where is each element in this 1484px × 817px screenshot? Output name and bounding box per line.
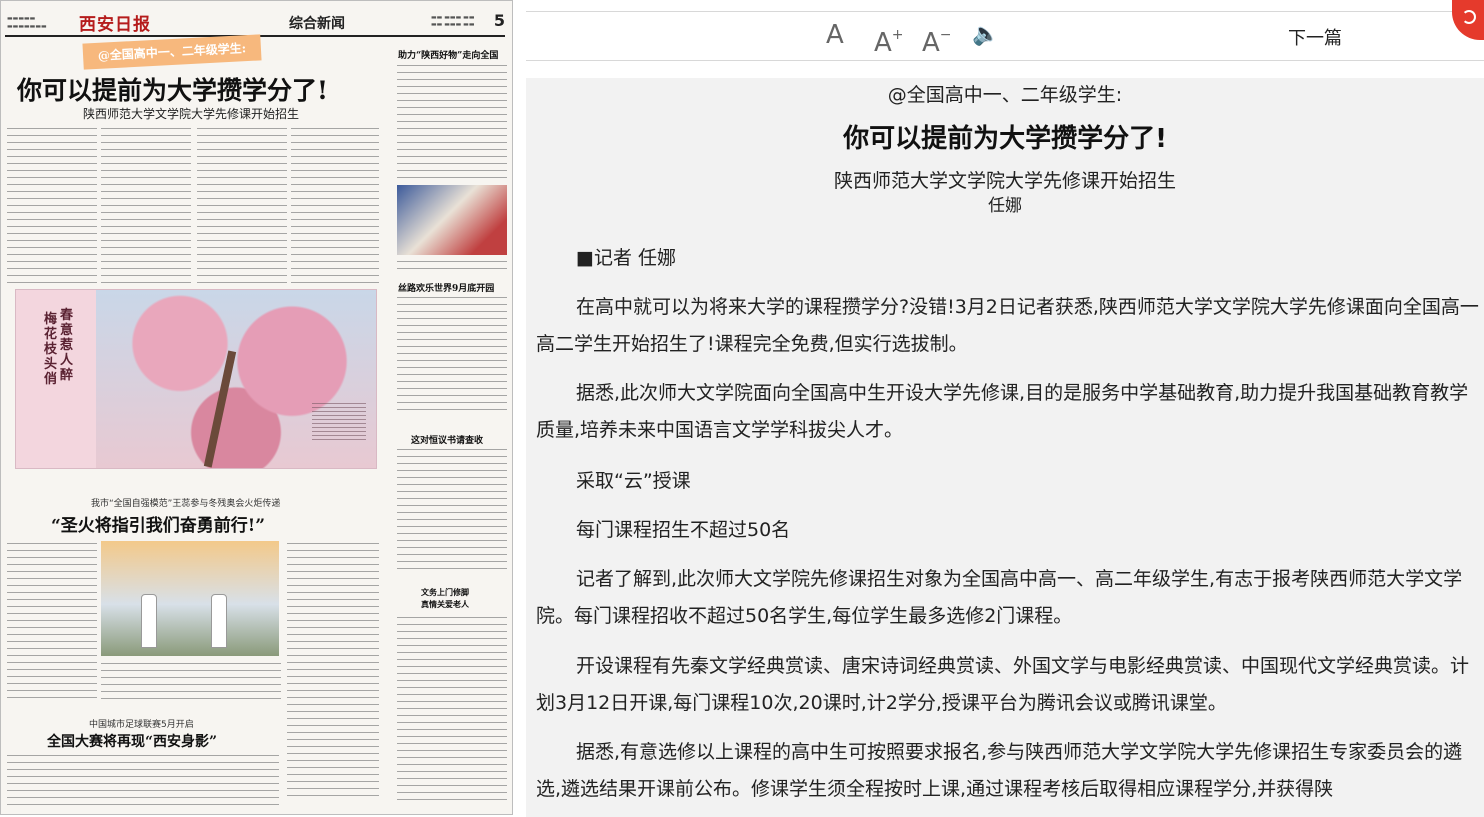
text-column: [7, 126, 97, 286]
article-reader: A A+ A− 🔈 下一篇 @全国高中一、二年级学生: 你可以提前为大学攒学分了…: [526, 0, 1484, 817]
font-default-button[interactable]: A: [826, 18, 844, 52]
text-column: [7, 541, 97, 701]
newspaper-logo: 西安日报: [79, 15, 151, 35]
newspaper-page-image[interactable]: ▬▬▬▬▬ ▬▬▬▬▬▬▬ 西安日报 综合新闻 ▬▬ ▬▬▬ ▬▬ ▬▬ ▬▬▬ ▬…: [0, 0, 513, 815]
torch-headline: “圣火将指引我们奋勇前行!”: [51, 516, 266, 536]
headline-ribbon: @全国高中一、二年级学生:: [82, 34, 262, 70]
article-paragraph: 据悉,有意选修以上课程的高中生可按照要求报名,参与陕西师范大学文学院大学先修课招…: [536, 741, 1463, 800]
torch-bearer: [211, 594, 227, 648]
football-kicker: 中国城市足球联赛5月开启: [89, 720, 194, 730]
text-column: [397, 63, 507, 181]
text-column: [397, 447, 507, 575]
article-title: 你可以提前为大学攒学分了!: [843, 124, 1167, 154]
text-column: [397, 295, 507, 413]
torch-bearer: [141, 594, 157, 648]
reader-toolbar: A A+ A− 🔈 下一篇: [526, 11, 1484, 61]
editor-credits: ▬▬ ▬▬▬ ▬▬ ▬▬ ▬▬▬ ▬▬: [431, 14, 475, 28]
text-column: [101, 126, 191, 286]
text-column: [101, 661, 281, 701]
small-headline: 真情关爱老人: [421, 599, 469, 609]
section-title: 综合新闻: [289, 16, 345, 32]
paper-subheadline: 陕西师范大学文学院大学先修课开始招生: [83, 107, 300, 121]
article-subtitle: 陕西师范大学文学院大学先修课开始招生: [833, 170, 1176, 192]
article-paragraph: 据悉,此次师大文学院面向全国高中生开设大学先修课,目的是服务中学基础教育,助力提…: [536, 382, 1469, 441]
article-paragraph: 记者了解到,此次师大文学院先修课招生对象为全国高中高一、高二年级学生,有志于报考…: [536, 568, 1463, 627]
text-column: [397, 615, 507, 805]
article-kicker: @全国高中一、二年级学生:: [887, 84, 1123, 106]
text-column: [197, 126, 287, 286]
article-section-heading: 采取“云”授课: [576, 470, 691, 492]
photo-caption: [312, 400, 366, 440]
page-number: 5: [493, 11, 505, 30]
paper-headline: 你可以提前为大学攒学分了!: [17, 76, 328, 105]
torch-kicker: 我市“全国自强模范”王蕊参与冬残奥会火炬传递: [91, 499, 281, 509]
blossom-tree: [96, 290, 376, 468]
small-headline: 文务上门修脚: [421, 587, 469, 597]
masthead-info: ▬▬▬▬▬ ▬▬▬▬▬▬▬: [7, 15, 47, 30]
right-column-headline: 丝路欢乐世界9月底开园: [398, 284, 495, 294]
newspaper-masthead: ▬▬▬▬▬ ▬▬▬▬▬▬▬ 西安日报 综合新闻 ▬▬ ▬▬▬ ▬▬ ▬▬ ▬▬▬ ▬…: [5, 9, 505, 37]
font-increase-button[interactable]: A+: [874, 18, 904, 58]
article-section-heading: 每门课程招生不超过50名: [576, 519, 791, 541]
right-column-headline: 这对恒议书请查收: [411, 436, 484, 446]
blossom-photo: 春意惹人醉 梅花枝头俏: [15, 289, 377, 469]
article-author: 任娜: [988, 196, 1022, 216]
text-column: [287, 541, 379, 801]
text-column: [291, 126, 379, 286]
next-article-link[interactable]: 下一篇: [1288, 24, 1342, 50]
torch-photo: [101, 541, 279, 656]
photo-caption-vertical: 梅花枝头俏: [44, 312, 58, 387]
photo-caption-vertical: 春意惹人醉: [60, 308, 74, 383]
speaker-icon[interactable]: 🔈: [972, 18, 999, 52]
article-paragraph: 开设课程有先秦文学经典赏读、唐宋诗词经典赏读、外国文学与电影经典赏读、中国现代文…: [536, 655, 1470, 714]
font-decrease-button[interactable]: A−: [922, 18, 952, 58]
football-headline: 全国大赛将再现“西安身影”: [47, 734, 218, 750]
text-column: [7, 753, 279, 805]
article-body: @全国高中一、二年级学生: 你可以提前为大学攒学分了! 陕西师范大学文学院大学先…: [526, 78, 1484, 817]
expo-photo: [397, 185, 507, 255]
right-column-headline: 助力“陕西好物”走向全国: [398, 51, 499, 61]
photo-caption: [397, 259, 507, 275]
article-paragraph: 在高中就可以为将来大学的课程攒学分?没错!3月2日记者获悉,陕西师范大学文学院大…: [536, 296, 1479, 355]
article-paragraph: ■记者 任娜: [576, 247, 676, 269]
